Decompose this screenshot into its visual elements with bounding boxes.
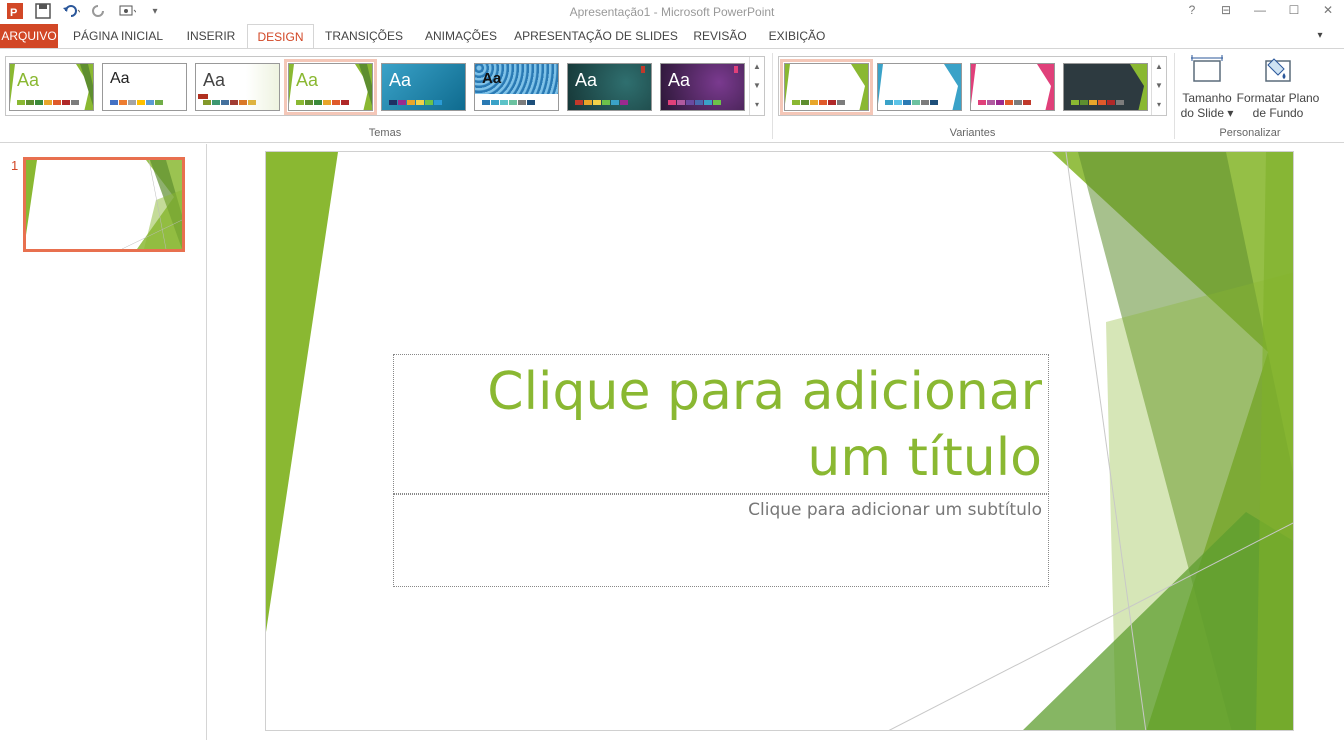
collapse-ribbon-icon[interactable]: ▾: [1312, 24, 1328, 48]
tab-transitions[interactable]: TRANSIÇÕES: [320, 24, 408, 48]
theme-color-bars: [110, 100, 163, 105]
scroll-up-icon[interactable]: ▲: [750, 57, 764, 76]
theme-color-bars: [389, 100, 442, 105]
subtitle-text: Clique para adicionar um subtítulo: [748, 500, 1042, 520]
theme-color-bars: [203, 100, 256, 105]
scroll-down-icon[interactable]: ▼: [1152, 76, 1166, 95]
themes-scroll[interactable]: ▲ ▼ ▾: [749, 57, 764, 115]
slide-thumbnail[interactable]: [23, 157, 185, 252]
title-bar: P ▾ Apresentação1 - Microsoft PowerPoint…: [0, 0, 1344, 24]
theme-sample-text: Aa: [203, 70, 226, 90]
variants-group-label: Variantes: [949, 127, 996, 139]
themes-group-label: Temas: [368, 127, 402, 139]
ribbon-design: Aa Aa Aa Aa Aa Aa Aa Aa ▲ ▼ ▾ Temas ▲ ▼ …: [0, 48, 1344, 143]
maximize-icon[interactable]: ☐: [1286, 3, 1302, 17]
variant-color-bars: [978, 100, 1031, 105]
variant-color-bars: [792, 100, 845, 105]
close-icon[interactable]: ✕: [1320, 3, 1336, 17]
tab-slideshow[interactable]: APRESENTAÇÃO DE SLIDES: [514, 24, 678, 48]
scroll-up-icon[interactable]: ▲: [1152, 57, 1166, 76]
title-placeholder[interactable]: Clique para adicionar um título: [393, 354, 1049, 494]
group-separator: [772, 53, 773, 139]
theme-color-bars: [296, 100, 349, 105]
theme-sample-text: Aa: [17, 70, 40, 90]
format-background-label: de Fundo: [1252, 106, 1304, 120]
themes-gallery: Aa Aa Aa Aa Aa Aa Aa Aa ▲ ▼ ▾: [5, 56, 765, 116]
theme-sample-text: Aa: [575, 70, 598, 90]
group-separator: [1174, 53, 1175, 139]
theme-color-bars: [575, 100, 628, 105]
theme-sample-text: Aa: [668, 70, 691, 90]
tab-view[interactable]: EXIBIÇÃO: [762, 24, 832, 48]
variant-thumb-pink[interactable]: [970, 63, 1055, 111]
theme-sample-text: Aa: [296, 70, 319, 90]
minimize-icon[interactable]: —: [1252, 3, 1268, 17]
variant-color-bars: [1071, 100, 1124, 105]
theme-color-bars: [17, 100, 79, 105]
title-text-line1: Clique para adicionar: [487, 362, 1042, 422]
tab-animations[interactable]: ANIMAÇÕES: [416, 24, 506, 48]
theme-thumb-facet-selected[interactable]: Aa: [284, 59, 377, 115]
theme-thumb-ion-purple[interactable]: Aa: [660, 63, 745, 111]
tab-insert[interactable]: INSERIR: [180, 24, 242, 48]
slide-editor: Clique para adicionar um título Clique p…: [208, 144, 1344, 740]
slide-canvas[interactable]: Clique para adicionar um título Clique p…: [265, 151, 1294, 731]
tab-home[interactable]: PÁGINA INICIAL: [62, 24, 174, 48]
customize-group-label: Personalizar: [1219, 127, 1281, 139]
theme-color-bars: [668, 100, 721, 105]
more-themes-icon[interactable]: ▾: [750, 95, 764, 114]
window-title: Apresentação1 - Microsoft PowerPoint: [569, 5, 775, 19]
theme-sample-text: Aa: [482, 70, 502, 87]
format-background-icon: [1262, 55, 1294, 87]
slide-number: 1: [11, 158, 19, 173]
variants-scroll[interactable]: ▲ ▼ ▾: [1151, 57, 1166, 115]
variants-gallery: ▲ ▼ ▾: [778, 56, 1167, 116]
ribbon-display-icon[interactable]: ⊟: [1218, 3, 1234, 17]
theme-sample-text: Aa: [389, 70, 412, 90]
slide-size-button[interactable]: Tamanho do Slide ▾: [1178, 55, 1236, 121]
theme-thumb-facet[interactable]: Aa: [9, 63, 94, 111]
window-controls: ? ⊟ — ☐ ✕: [1184, 3, 1336, 17]
variant-thumb-dark[interactable]: [1063, 63, 1148, 111]
theme-thumb-ion-board[interactable]: Aa: [567, 63, 652, 111]
scroll-down-icon[interactable]: ▼: [750, 76, 764, 95]
tab-review[interactable]: REVISÃO: [686, 24, 754, 48]
variant-color-bars: [885, 100, 938, 105]
format-background-label: Formatar Plano: [1236, 91, 1320, 105]
slide-size-label: Tamanho: [1182, 91, 1232, 105]
tab-design[interactable]: DESIGN: [247, 24, 314, 49]
theme-sample-text: Aa: [110, 70, 130, 87]
slide-size-label: do Slide ▾: [1180, 106, 1234, 120]
tab-file[interactable]: ARQUIVO: [0, 24, 58, 48]
subtitle-placeholder[interactable]: Clique para adicionar um subtítulo: [393, 494, 1049, 587]
theme-color-bars: [482, 100, 535, 105]
format-background-button[interactable]: Formatar Plano de Fundo: [1236, 55, 1320, 121]
slide-thumbnails-pane: 1: [0, 144, 207, 740]
help-icon[interactable]: ?: [1184, 3, 1200, 17]
title-text-line2: um título: [807, 428, 1042, 488]
theme-thumb-office[interactable]: Aa: [102, 63, 187, 111]
theme-thumb-organic[interactable]: Aa: [195, 63, 280, 111]
slide-size-icon: [1191, 55, 1223, 87]
ribbon-tabs: ARQUIVO PÁGINA INICIAL INSERIR DESIGN TR…: [0, 24, 1344, 49]
theme-thumb-ion[interactable]: Aa: [381, 63, 466, 111]
variant-thumb-green[interactable]: [780, 59, 873, 115]
more-variants-icon[interactable]: ▾: [1152, 95, 1166, 114]
variant-thumb-blue[interactable]: [877, 63, 962, 111]
theme-thumb-pattern[interactable]: Aa: [474, 63, 559, 111]
